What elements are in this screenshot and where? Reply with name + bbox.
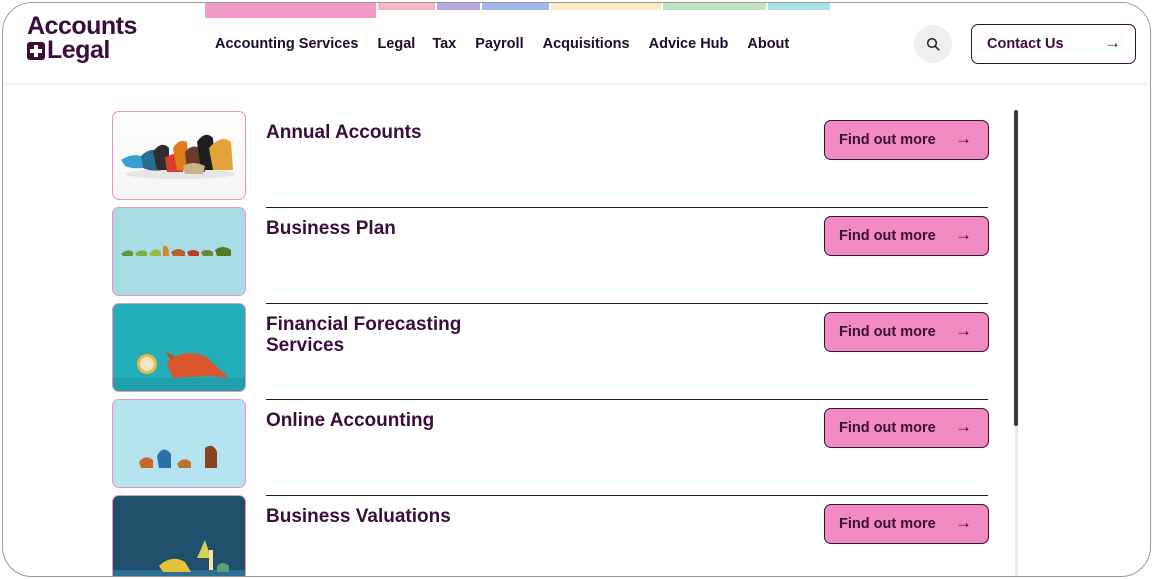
arrow-right-icon: →	[955, 417, 972, 436]
find-out-more-button[interactable]: Find out more →	[824, 408, 989, 448]
arrow-right-icon: →	[1104, 33, 1121, 52]
main-nav: Accounting Services Legal Tax Payroll Ac…	[215, 36, 808, 52]
service-title[interactable]: Business Plan	[266, 218, 506, 239]
row-divider	[266, 207, 988, 208]
color-strip-cream	[551, 3, 661, 10]
services-list: Annual Accounts Find out more → Business…	[3, 83, 1150, 576]
search-icon	[926, 37, 940, 51]
nav-item-advice-hub[interactable]: Advice Hub	[649, 36, 729, 52]
nav-item-accounting-services[interactable]: Accounting Services	[215, 36, 358, 52]
row-divider	[266, 399, 988, 400]
nav-item-tax[interactable]: Tax	[432, 36, 456, 52]
color-strip-rose	[378, 3, 435, 10]
service-title[interactable]: Financial Forecasting Services	[266, 314, 506, 356]
service-row-annual-accounts: Annual Accounts Find out more →	[3, 111, 1150, 207]
find-out-more-label: Find out more	[839, 228, 936, 244]
find-out-more-label: Find out more	[839, 324, 936, 340]
find-out-more-button[interactable]: Find out more →	[824, 120, 989, 160]
arrow-right-icon: →	[955, 321, 972, 340]
browser-frame: Accounts Legal Accounting Services Legal…	[2, 2, 1151, 577]
service-row-online-accounting: Online Accounting Find out more →	[3, 399, 1150, 495]
nav-item-acquisitions[interactable]: Acquisitions	[543, 36, 630, 52]
plus-box-icon	[27, 41, 45, 60]
arrow-right-icon: →	[955, 225, 972, 244]
color-strip-lilac	[437, 3, 480, 10]
contact-us-label: Contact Us	[987, 36, 1064, 52]
row-divider	[266, 495, 988, 496]
arrow-right-icon: →	[955, 129, 972, 148]
nav-item-payroll[interactable]: Payroll	[475, 36, 523, 52]
find-out-more-button[interactable]: Find out more →	[824, 504, 989, 544]
thumbnail-dinosaurs-line	[112, 207, 246, 296]
arrow-right-icon: →	[955, 513, 972, 532]
color-strip-cyan	[768, 3, 830, 10]
find-out-more-label: Find out more	[839, 132, 936, 148]
nav-item-legal[interactable]: Legal	[377, 36, 415, 52]
service-row-business-plan: Business Plan Find out more →	[3, 207, 1150, 303]
service-title[interactable]: Annual Accounts	[266, 122, 506, 143]
service-title[interactable]: Online Accounting	[266, 410, 506, 431]
site-header: Accounts Legal Accounting Services Legal…	[3, 3, 1150, 83]
thumbnail-dinosaurs-group	[112, 111, 246, 200]
contact-us-button[interactable]: Contact Us →	[971, 24, 1136, 64]
row-divider	[266, 303, 988, 304]
search-button[interactable]	[914, 25, 952, 63]
service-title[interactable]: Business Valuations	[266, 506, 506, 527]
logo-line-2: Legal	[47, 35, 110, 64]
find-out-more-button[interactable]: Find out more →	[824, 216, 989, 256]
site-logo[interactable]: Accounts Legal	[27, 14, 137, 64]
find-out-more-button[interactable]: Find out more →	[824, 312, 989, 352]
scrollbar-thumb[interactable]	[1014, 110, 1018, 426]
color-strip-blue	[482, 3, 549, 10]
color-strip-green	[663, 3, 766, 10]
service-row-business-valuations: Business Valuations Find out more →	[3, 495, 1150, 576]
logo-line-2-wrap: Legal	[27, 35, 137, 64]
thumbnail-dinosaur-clock	[112, 303, 246, 392]
thumbnail-dinosaur-party	[112, 495, 246, 576]
service-row-financial-forecasting: Financial Forecasting Services Find out …	[3, 303, 1150, 399]
nav-item-about[interactable]: About	[747, 36, 789, 52]
find-out-more-label: Find out more	[839, 516, 936, 532]
find-out-more-label: Find out more	[839, 420, 936, 436]
color-strip-pink	[205, 3, 376, 18]
thumbnail-dinosaurs-small	[112, 399, 246, 488]
